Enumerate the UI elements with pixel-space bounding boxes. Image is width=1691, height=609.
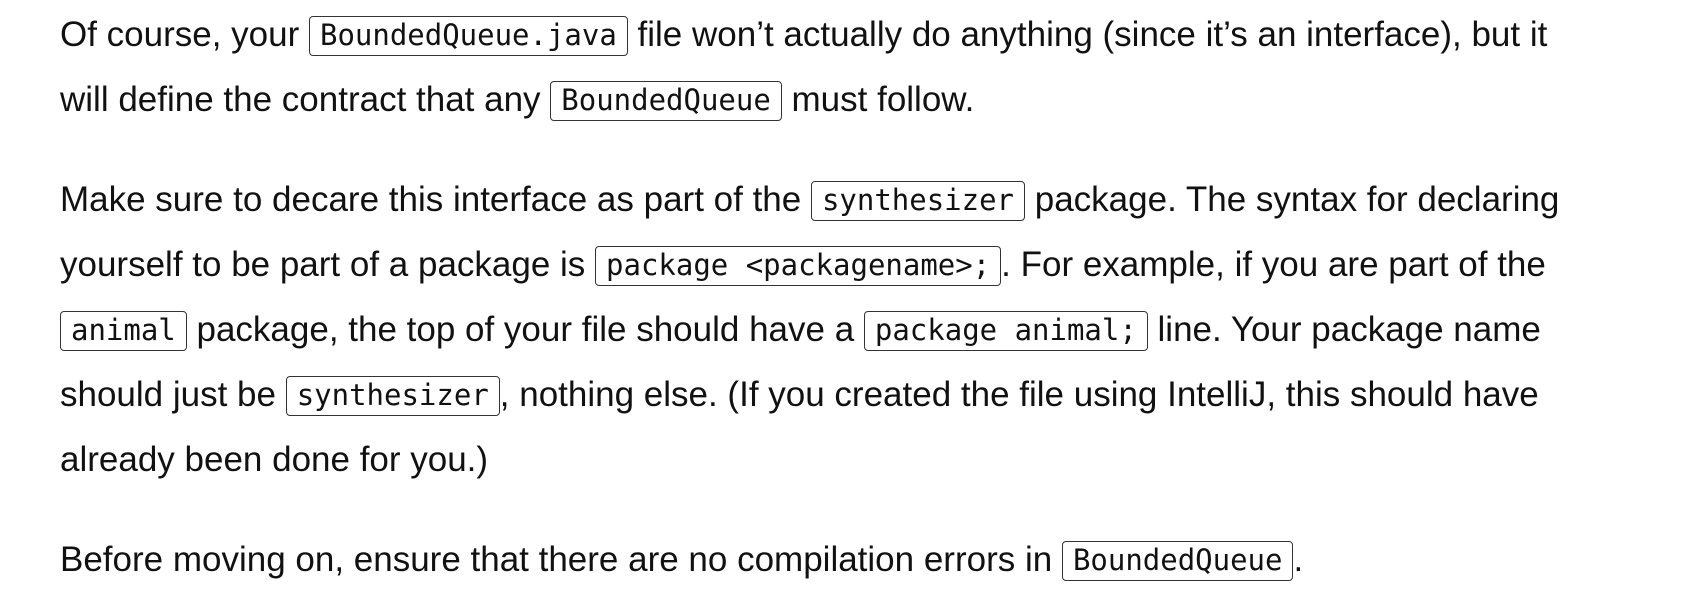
text-line: should just be synthesizer, nothing else… [60, 362, 1660, 427]
inline-code-synthesizer: synthesizer [810, 181, 1026, 221]
inline-code-boundedqueue: BoundedQueue [1061, 541, 1294, 581]
paragraph-package-declaration: Make sure to decare this interface as pa… [60, 167, 1660, 492]
text: line. Your package name [1147, 310, 1541, 349]
text: will define the contract that any [60, 80, 551, 119]
text: file won’t actually do anything (since i… [627, 15, 1548, 54]
text: must follow. [781, 80, 975, 119]
text: Of course, your [60, 15, 309, 54]
text-line: Before moving on, ensure that there are … [60, 527, 1660, 592]
inline-code-package-syntax: package <packagename>; [595, 246, 1002, 286]
text-line: Of course, your BoundedQueue.java file w… [60, 2, 1660, 67]
text: should just be [60, 375, 286, 414]
inline-code-synthesizer: synthesizer [285, 376, 500, 416]
inline-code-boundedqueue: BoundedQueue [550, 81, 782, 121]
text: Before moving on, ensure that there are … [60, 540, 1062, 579]
text: package. The syntax for declaring [1025, 180, 1560, 219]
text-line: will define the contract that any Bounde… [60, 67, 1660, 132]
text: . [1293, 540, 1304, 579]
text: . For example, if you are part of the [1001, 245, 1546, 284]
inline-code-boundedqueue-java: BoundedQueue.java [308, 16, 628, 56]
text-line: yourself to be part of a package is pack… [60, 232, 1660, 297]
text: already been done for you.) [60, 440, 489, 479]
paragraph-interface-contract: Of course, your BoundedQueue.java file w… [60, 2, 1660, 132]
text: yourself to be part of a package is [60, 245, 596, 284]
text: package, the top of your file should hav… [186, 310, 864, 349]
text: , nothing else. (If you created the file… [499, 375, 1539, 414]
inline-code-package-animal: package animal; [863, 311, 1148, 351]
document-body: Of course, your BoundedQueue.java file w… [60, 2, 1660, 592]
paragraph-compilation-check: Before moving on, ensure that there are … [60, 527, 1660, 592]
text-line: animal package, the top of your file sho… [60, 297, 1660, 362]
inline-code-animal: animal [60, 311, 187, 351]
text-line: Make sure to decare this interface as pa… [60, 167, 1660, 232]
text-line: already been done for you.) [60, 427, 1660, 492]
text: Make sure to decare this interface as pa… [60, 180, 811, 219]
